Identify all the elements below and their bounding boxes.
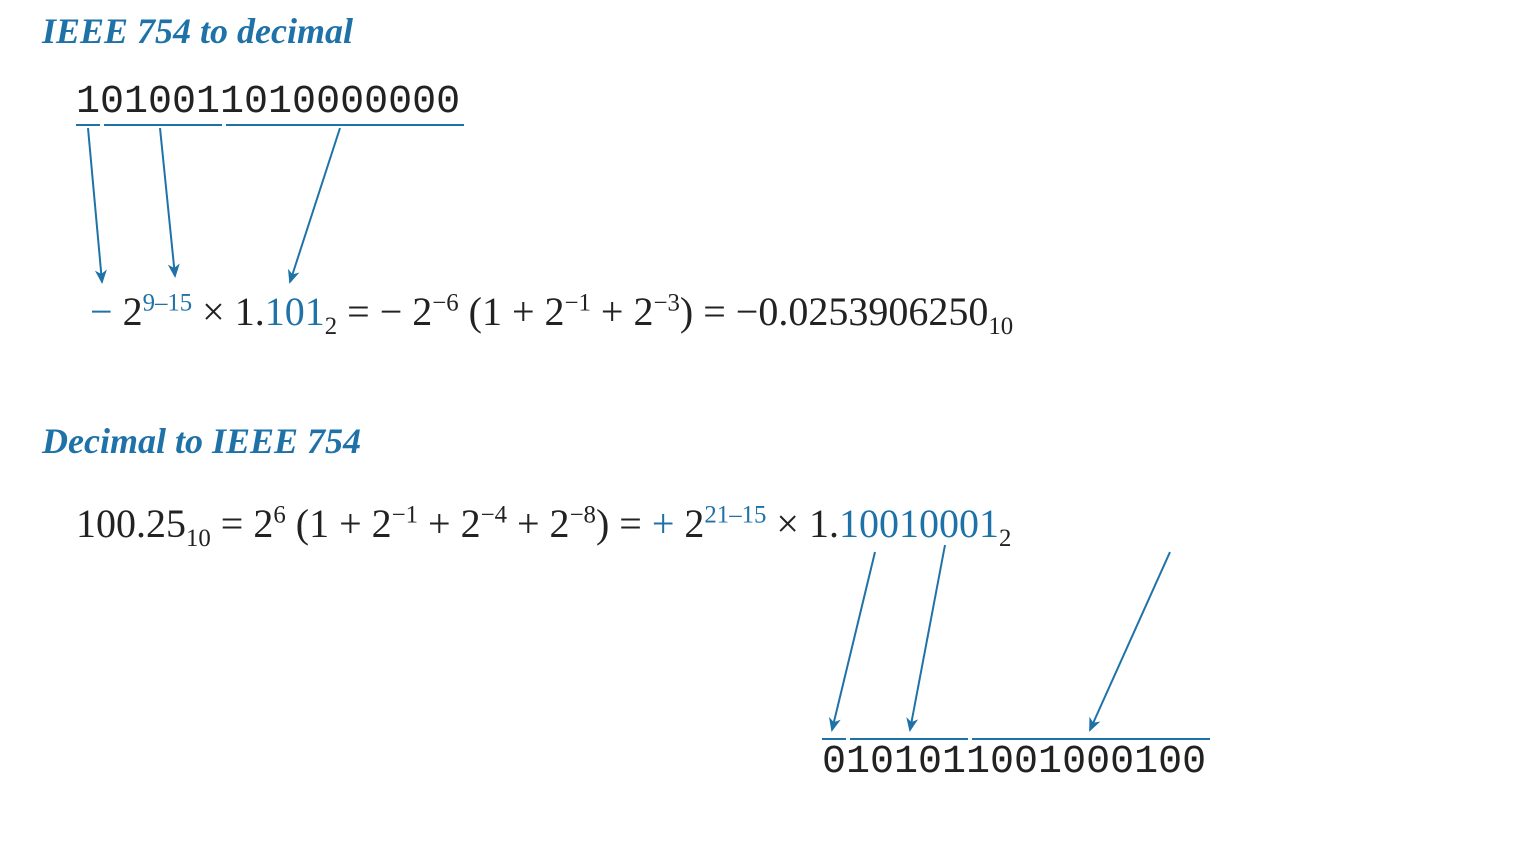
formula-1-sign: − [90, 289, 113, 334]
formula-2-p1: −1 [392, 502, 418, 529]
arrow-1-sign [88, 128, 102, 282]
formula-1-mid-neg: − [380, 289, 413, 334]
formula-1-times: × 1. [192, 289, 265, 334]
formula-2-plus-b: + 2 [507, 501, 570, 546]
formula-2-exp-blue: 21–15 [704, 502, 766, 529]
formula-1-base2: 2 [325, 313, 337, 340]
arrow-2-sign [832, 552, 875, 730]
underline-sign-2 [822, 738, 846, 740]
formula-1-two-a: 2 [123, 289, 143, 334]
underline-mantissa-2 [972, 738, 1210, 740]
heading-ieee-to-decimal: IEEE 754 to decimal [42, 10, 353, 52]
mantissa-bits-2: 1001000100 [966, 740, 1206, 785]
underline-sign-1 [76, 124, 100, 126]
formula-2-eq1: = 2 [211, 501, 274, 546]
arrow-2-mantissa [1090, 552, 1170, 730]
formula-1-mantissa-blue: 101 [265, 289, 325, 334]
formula-2-mant-blue: 10010001 [839, 501, 999, 546]
formula-1-result: 0.0253906250 [758, 289, 988, 334]
formula-1-exp-blue: 9–15 [143, 290, 193, 317]
underline-mantissa-1 [226, 124, 464, 126]
formula-2-base2: 2 [999, 525, 1011, 552]
underline-exponent-2 [850, 738, 968, 740]
formula-1-eq2: = [693, 289, 736, 334]
formula-2-plus-a: + 2 [418, 501, 481, 546]
formula-2-base10a: 10 [186, 525, 211, 552]
formula-1-close: ) [680, 289, 693, 334]
formula-2-exp6: 6 [273, 502, 285, 529]
sign-bit-1: 1 [76, 80, 100, 125]
formula-1-plus: + 2 [591, 289, 654, 334]
heading-decimal-to-ieee: Decimal to IEEE 754 [42, 420, 361, 462]
sign-bit-2: 0 [822, 740, 846, 785]
formula-2-paren-open: (1 + 2 [286, 501, 392, 546]
formula-1-pw1: −1 [565, 290, 591, 317]
formula-2-two: 2 [684, 501, 704, 546]
exponent-bits-1: 01001 [100, 80, 220, 125]
formula-1-two-b: 2 [412, 289, 432, 334]
formula-2-p3: −8 [570, 502, 596, 529]
formula-2-times: × 1. [766, 501, 839, 546]
arrow-2-exponent [910, 545, 945, 730]
formula-1: − 29–15 × 1.1012 = − 2−6 (1 + 2−1 + 2−3)… [90, 288, 1013, 335]
formula-1-base10: 10 [988, 313, 1013, 340]
mantissa-bits-1: 1010000000 [220, 80, 460, 125]
formula-2-p2: −4 [481, 502, 507, 529]
formula-2-plus-sign: + [652, 501, 675, 546]
exponent-bits-2: 10101 [846, 740, 966, 785]
bitstring-2: 0101011001000100 [822, 740, 1206, 785]
formula-2-eq2: = [609, 501, 652, 546]
bitstring-1: 1010011010000000 [76, 80, 460, 125]
formula-2-val: 100.25 [76, 501, 186, 546]
formula-1-res-neg: − [736, 289, 759, 334]
formula-1-exp2: −6 [432, 290, 458, 317]
formula-1-eq1: = [337, 289, 380, 334]
formula-1-pw2: −3 [653, 290, 679, 317]
formula-2-space [674, 501, 684, 546]
arrow-1-exponent [160, 128, 175, 276]
underline-exponent-1 [104, 124, 222, 126]
formula-2-close: ) [596, 501, 609, 546]
formula-1-paren-open: (1 + 2 [459, 289, 565, 334]
arrow-1-mantissa [290, 128, 340, 282]
formula-2: 100.2510 = 26 (1 + 2−1 + 2−4 + 2−8) = + … [76, 500, 1011, 547]
